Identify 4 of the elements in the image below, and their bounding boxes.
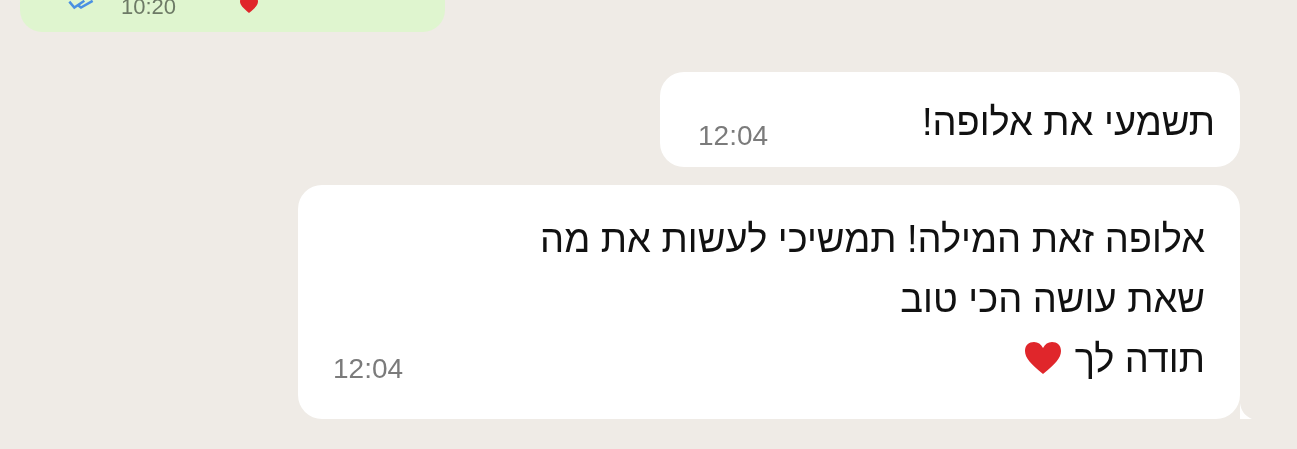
- message-time: 12:04: [333, 355, 404, 383]
- message-time: 12:04: [698, 122, 769, 150]
- message-text: תשמעי את אלופה!: [921, 101, 1215, 143]
- message-text: אלופה זאת המילה! תמשיכי לעשות את מה שאת עושה הכי טוב תודה לך: [540, 218, 1205, 380]
